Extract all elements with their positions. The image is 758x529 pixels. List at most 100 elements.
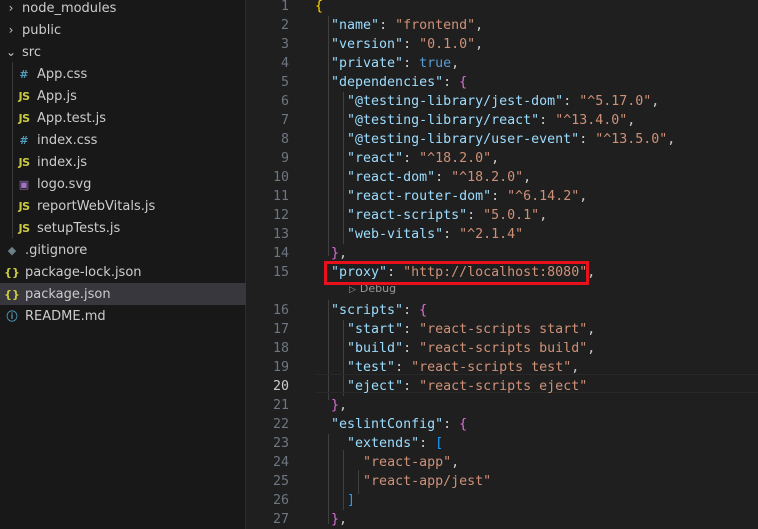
code-text: "scripts": {: [331, 303, 428, 318]
explorer-item-package-json[interactable]: {} package.json: [0, 283, 246, 305]
code-line-25[interactable]: 25 "react-app/jest": [247, 472, 758, 491]
code-text: "test": "react-scripts test",: [347, 360, 580, 375]
js-file-icon: JS: [18, 111, 30, 125]
explorer-item-node-modules[interactable]: › node_modules: [0, 0, 246, 19]
explorer-item-label: public: [22, 22, 62, 38]
explorer-item-package-lock-json[interactable]: {} package-lock.json: [0, 261, 246, 283]
code-text: "react-router-dom": "^6.14.2",: [347, 189, 588, 204]
explorer-item-index-css[interactable]: # index.css: [0, 129, 246, 151]
code-text: "private": true,: [331, 56, 460, 71]
line-number: 1: [280, 0, 289, 14]
explorer-item-readme-md[interactable]: ⓘ README.md: [0, 305, 246, 327]
code-line-22[interactable]: 22 "eslintConfig": {: [247, 415, 758, 434]
code-text: "version": "0.1.0",: [331, 37, 484, 52]
code-line-1[interactable]: 1{: [247, 0, 758, 16]
explorer-item-label: package.json: [25, 286, 111, 302]
line-number: 23: [272, 436, 289, 451]
line-number: 3: [280, 37, 289, 52]
code-line-19[interactable]: 19 "test": "react-scripts test",: [247, 358, 758, 377]
explorer-item-label: index.css: [37, 132, 98, 148]
code-line-14[interactable]: 14 },: [247, 244, 758, 263]
code-line-10[interactable]: 10 "react-dom": "^18.2.0",: [247, 168, 758, 187]
explorer-item-src[interactable]: ⌄ src: [0, 41, 246, 63]
js-file-icon: JS: [18, 155, 30, 169]
css-file-icon: #: [19, 67, 29, 81]
explorer-item-reportwebvitals-js[interactable]: JS reportWebVitals.js: [0, 195, 246, 217]
code-line-16[interactable]: 16 "scripts": {: [247, 301, 758, 320]
code-line-26[interactable]: 26 ]: [247, 491, 758, 510]
explorer-item-label: .gitignore: [25, 242, 88, 258]
explorer-item-label: README.md: [25, 308, 106, 324]
css-file-icon: #: [19, 133, 29, 147]
code-line-17[interactable]: 17 "start": "react-scripts start",: [247, 320, 758, 339]
code-line-12[interactable]: 12 "react-scripts": "5.0.1",: [247, 206, 758, 225]
explorer-item-label: package-lock.json: [25, 264, 142, 280]
js-file-icon: JS: [18, 199, 30, 213]
code-line-23[interactable]: 23 "extends": [: [247, 434, 758, 453]
play-icon: ▷: [349, 285, 356, 295]
code-line-7[interactable]: 7 "@testing-library/react": "^13.4.0",: [247, 111, 758, 130]
line-number: 27: [272, 512, 289, 527]
explorer-item-label: App.test.js: [37, 110, 107, 126]
code-line-18[interactable]: 18 "build": "react-scripts build",: [247, 339, 758, 358]
vscode-window: › node_modules › public ⌄ src # App.css JS App.js…: [0, 0, 758, 529]
code-line-13[interactable]: 13 "web-vitals": "^2.1.4": [247, 225, 758, 244]
code-text: },: [331, 246, 348, 261]
code-line-15[interactable]: 15 "proxy": "http://localhost:8080",: [247, 263, 758, 282]
svg-file-icon: ▣: [18, 177, 30, 191]
code-text: },: [331, 512, 348, 527]
code-line-9[interactable]: 9 "react": "^18.2.0",: [247, 149, 758, 168]
explorer-item-label: logo.svg: [37, 176, 92, 192]
explorer-item-label: index.js: [37, 154, 88, 170]
code-text: {: [315, 0, 324, 14]
explorer-item-label: reportWebVitals.js: [37, 198, 156, 214]
code-text: "react-app",: [363, 455, 460, 470]
line-number: 12: [272, 208, 289, 223]
line-number: 13: [272, 227, 289, 242]
code-editor[interactable]: ▷ Debug 1{2 "name": "frontend", 3 "version…: [247, 0, 758, 529]
line-number: 24: [272, 455, 289, 470]
code-text: "extends": [: [347, 436, 444, 451]
code-text: "dependencies": {: [331, 75, 468, 90]
explorer-item-setuptests-js[interactable]: JS setupTests.js: [0, 217, 246, 239]
explorer-item-logo-svg[interactable]: ▣ logo.svg: [0, 173, 246, 195]
code-line-21[interactable]: 21 },: [247, 396, 758, 415]
code-text: },: [331, 398, 348, 413]
line-number: 14: [272, 246, 289, 261]
json-file-icon: {}: [4, 265, 20, 279]
code-text: "@testing-library/jest-dom": "^5.17.0",: [347, 94, 660, 109]
code-line-6[interactable]: 6 "@testing-library/jest-dom": "^5.17.0"…: [247, 92, 758, 111]
explorer-item-public[interactable]: › public: [0, 19, 246, 41]
code-text: "@testing-library/react": "^13.4.0",: [347, 113, 636, 128]
line-number: 25: [272, 474, 289, 489]
code-text: "react-scripts": "5.0.1",: [347, 208, 548, 223]
code-line-24[interactable]: 24 "react-app",: [247, 453, 758, 472]
code-line-20[interactable]: 20 "eject": "react-scripts eject": [247, 377, 758, 396]
json-file-icon: {}: [4, 287, 20, 301]
explorer-item-label: App.js: [37, 88, 77, 104]
explorer-item-app-js[interactable]: JS App.js: [0, 85, 246, 107]
explorer-item-index-js[interactable]: JS index.js: [0, 151, 246, 173]
code-line-11[interactable]: 11 "react-router-dom": "^6.14.2",: [247, 187, 758, 206]
explorer-item-label: App.css: [37, 66, 88, 82]
code-text: "react-app/jest": [363, 474, 492, 489]
code-line-4[interactable]: 4 "private": true,: [247, 54, 758, 73]
explorer-item-label: src: [22, 44, 41, 60]
explorer-item-label: node_modules: [22, 0, 117, 16]
readme-info-icon: ⓘ: [6, 310, 18, 323]
code-text: "proxy": "http://localhost:8080",: [331, 265, 596, 280]
explorer-item-app-css[interactable]: # App.css: [0, 63, 246, 85]
line-number: 9: [280, 151, 289, 166]
code-text: "start": "react-scripts start",: [347, 322, 596, 337]
code-line-5[interactable]: 5 "dependencies": {: [247, 73, 758, 92]
code-text: "eject": "react-scripts eject": [347, 379, 588, 394]
explorer-item-app-test-js[interactable]: JS App.test.js: [0, 107, 246, 129]
line-number: 15: [272, 265, 289, 280]
code-line-27[interactable]: 27 },: [247, 510, 758, 529]
code-line-8[interactable]: 8 "@testing-library/user-event": "^13.5.…: [247, 130, 758, 149]
line-number: 4: [280, 56, 289, 71]
explorer-item-gitignore[interactable]: ◆ .gitignore: [0, 239, 246, 261]
code-line-2[interactable]: 2 "name": "frontend",: [247, 16, 758, 35]
code-line-3[interactable]: 3 "version": "0.1.0",: [247, 35, 758, 54]
chevron-down-icon: ⌄: [5, 45, 17, 59]
